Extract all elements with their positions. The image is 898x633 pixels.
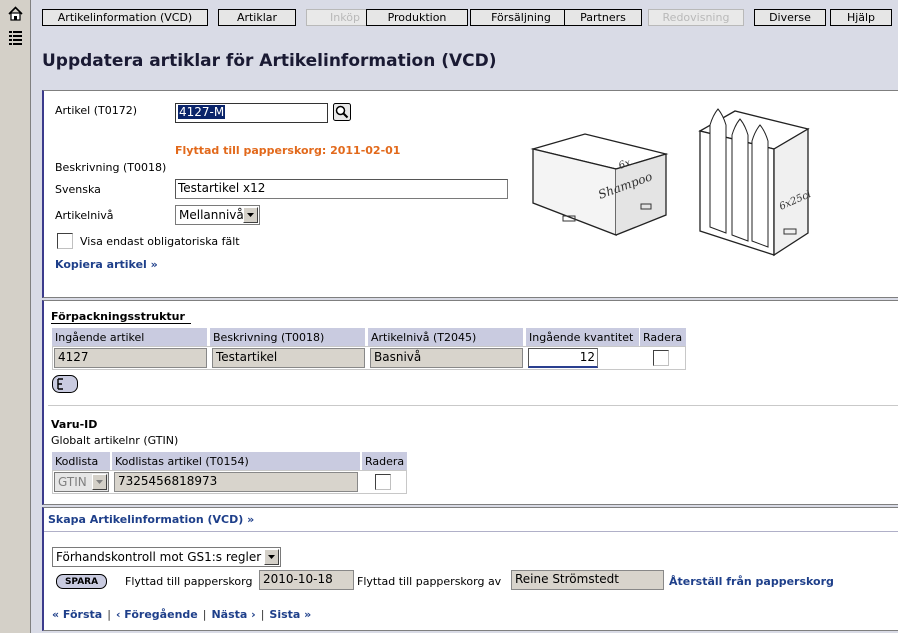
col-kodlista: Kodlista	[52, 452, 110, 470]
packaging-panel: Förpackningsstruktur Ingående artikel Be…	[42, 300, 898, 505]
save-button[interactable]: SPARA	[56, 574, 107, 589]
codelist-select: GTIN	[54, 472, 109, 492]
tab-forsaljning[interactable]: Försäljning	[470, 9, 572, 26]
quantity-input[interactable]: 12	[528, 348, 598, 368]
pager-first[interactable]: « Första	[52, 608, 102, 621]
left-rail	[0, 0, 31, 633]
bottle-pack-image: 6x25cl	[698, 108, 813, 257]
mandatory-only-checkbox[interactable]	[57, 233, 73, 249]
chevron-down-icon	[92, 474, 107, 490]
article-label: Artikel (T0172)	[55, 104, 138, 117]
level-select[interactable]: Mellannivå	[175, 205, 260, 225]
tab-diverse[interactable]: Diverse	[754, 9, 826, 26]
restore-link[interactable]: Återställ från papperskorg	[669, 575, 834, 588]
pager-separator: |	[107, 608, 111, 621]
description-label: Beskrivning (T0018)	[55, 161, 167, 174]
tab-artikelinformation[interactable]: Artikelinformation (VCD)	[42, 9, 208, 26]
pager-next[interactable]: Nästa ›	[211, 608, 255, 621]
component-description-field: Testartikel	[212, 348, 365, 368]
pager-prev[interactable]: ‹ Föregående	[116, 608, 198, 621]
gtin-code-field: 7325456818973	[114, 472, 358, 492]
moved-by-field: Reine Strömstedt	[511, 570, 664, 590]
precheck-select-value: Förhandskontroll mot GS1:s regler	[56, 550, 262, 564]
moved-label: Flyttad till papperskorg	[125, 575, 253, 588]
col-radera-gtin: Radera	[362, 452, 407, 470]
top-nav: Artikelinformation (VCD) Artiklar Inköp …	[42, 9, 898, 26]
component-article-field: 4127	[54, 348, 207, 368]
article-panel: Artikel (T0172) 4127-M Flyttad till papp…	[42, 90, 898, 298]
tab-produktion[interactable]: Produktion	[366, 9, 468, 26]
chevron-down-icon	[264, 549, 279, 565]
menu-list-icon[interactable]	[7, 29, 24, 46]
col-kodlistas-artikel: Kodlistas artikel (T0154)	[112, 452, 360, 470]
swedish-label: Svenska	[55, 183, 101, 196]
col-beskrivning: Beskrivning (T0018)	[210, 328, 365, 346]
mandatory-only-label: Visa endast obligatoriska fält	[80, 235, 240, 248]
main-area: Artikelinformation (VCD) Artiklar Inköp …	[32, 0, 898, 633]
moved-notice: Flyttad till papperskorg: 2011-02-01	[175, 144, 401, 157]
delete-gtin-checkbox[interactable]	[375, 474, 391, 490]
component-level-field: Basnivå	[370, 348, 523, 368]
varuid-title: Varu-ID	[51, 418, 98, 431]
packaging-title: Förpackningsstruktur	[51, 310, 185, 323]
precheck-select[interactable]: Förhandskontroll mot GS1:s regler	[52, 547, 281, 567]
col-radera: Radera	[640, 328, 686, 346]
col-artikelniva: Artikelnivå (T2045)	[368, 328, 523, 346]
pager: « Första | ‹ Föregående | Nästa › | Sist…	[52, 608, 311, 621]
delete-component-checkbox[interactable]	[653, 350, 669, 366]
shampoo-box-image: 6x Shampoo	[530, 133, 669, 236]
col-ingaende-artikel: Ingående artikel	[52, 328, 207, 346]
tab-partners[interactable]: Partners	[564, 9, 642, 26]
swedish-description-input[interactable]: Testartikel x12	[175, 179, 508, 199]
tab-redovisning: Redovisning	[648, 9, 744, 26]
level-select-value: Mellannivå	[179, 208, 244, 222]
pager-separator: |	[202, 608, 207, 621]
col-ingaende-kvantitet: Ingående kvantitet	[526, 328, 639, 346]
pager-separator: |	[260, 608, 265, 621]
tab-artiklar[interactable]: Artiklar	[218, 9, 296, 26]
article-input-value: 4127-M	[178, 105, 226, 119]
gtin-subtitle: Globalt artikelnr (GTIN)	[51, 434, 179, 447]
page-title: Uppdatera artiklar för Artikelinformatio…	[42, 51, 497, 71]
home-icon[interactable]	[7, 5, 24, 22]
moved-date-field: 2010-10-18	[259, 570, 354, 590]
moved-by-label: Flyttad till papperskorg av	[357, 575, 502, 588]
create-vcd-link[interactable]: Skapa Artikelinformation (VCD) »	[48, 513, 254, 526]
footer-panel: Skapa Artikelinformation (VCD) » Förhand…	[42, 507, 898, 631]
article-input[interactable]: 4127-M	[175, 103, 328, 123]
search-icon[interactable]	[333, 103, 351, 121]
level-label: Artikelnivå	[55, 209, 114, 222]
add-row-icon[interactable]	[52, 375, 78, 393]
codelist-select-value: GTIN	[58, 475, 87, 489]
pager-last[interactable]: Sista »	[269, 608, 311, 621]
tab-hjalp[interactable]: Hjälp	[830, 9, 892, 26]
chevron-down-icon	[243, 207, 258, 223]
copy-article-link[interactable]: Kopiera artikel »	[55, 258, 158, 271]
